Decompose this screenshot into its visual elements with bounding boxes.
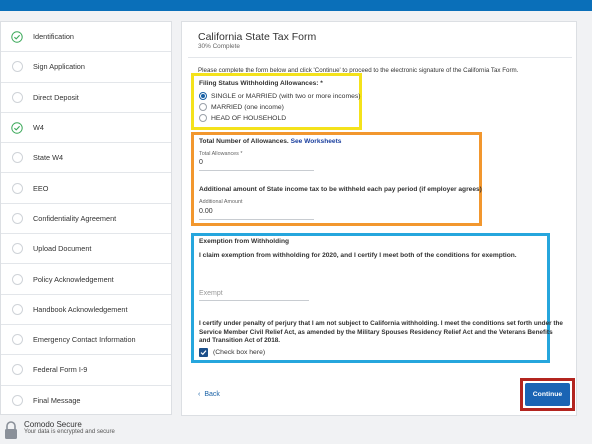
continue-button[interactable]: Continue bbox=[525, 383, 570, 406]
allowances-highlight bbox=[191, 132, 482, 226]
perjury-statement: I certify under penalty of perjury that … bbox=[199, 320, 563, 345]
secure-badge: Comodo Secure Your data is encrypted and… bbox=[4, 420, 115, 440]
empty-circle-icon bbox=[11, 243, 23, 255]
back-label: Back bbox=[204, 391, 220, 398]
additional-amount-label: Additional Amount bbox=[199, 199, 243, 205]
sidebar-item-label: Direct Deposit bbox=[33, 92, 79, 102]
sidebar-item-label: Identification bbox=[33, 32, 74, 42]
sidebar-item-label: Federal Form I-9 bbox=[33, 365, 88, 375]
sidebar-item-emergency-contact-information[interactable]: Emergency Contact Information bbox=[1, 325, 171, 356]
exemption-heading: Exemption from Withholding bbox=[199, 238, 290, 245]
top-banner bbox=[0, 0, 592, 11]
empty-circle-icon bbox=[11, 212, 23, 224]
empty-circle-icon bbox=[11, 303, 23, 315]
radio-button-selected[interactable] bbox=[199, 92, 207, 100]
radio-button[interactable] bbox=[199, 114, 207, 122]
radio-button[interactable] bbox=[199, 103, 207, 111]
additional-amount-underline bbox=[199, 219, 314, 220]
lock-icon bbox=[5, 421, 17, 439]
check-circle-icon bbox=[11, 30, 23, 43]
radio-label: HEAD OF HOUSEHOLD bbox=[211, 114, 287, 122]
radio-label: MARRIED (one income) bbox=[211, 103, 284, 111]
secure-subtitle: Your data is encrypted and secure bbox=[24, 429, 115, 435]
sidebar-item-label: Policy Acknowledgement bbox=[33, 274, 114, 284]
sidebar-item-label: Handbook Acknowledgement bbox=[33, 304, 128, 314]
sidebar-item-sign-application[interactable]: Sign Application bbox=[1, 52, 171, 83]
empty-circle-icon bbox=[11, 364, 23, 376]
total-allowances-underline bbox=[199, 170, 314, 171]
empty-circle-icon bbox=[11, 152, 23, 164]
empty-circle-icon bbox=[11, 334, 23, 346]
sidebar-item-eeo[interactable]: EEO bbox=[1, 173, 171, 204]
chevron-left-icon: ‹ bbox=[198, 391, 201, 398]
sidebar-item-upload-document[interactable]: Upload Document bbox=[1, 234, 171, 265]
check-circle-icon bbox=[11, 121, 23, 134]
total-allowances-input[interactable]: 0 bbox=[199, 159, 203, 166]
sidebar-item-final-message[interactable]: Final Message bbox=[1, 386, 171, 416]
radio-head-of-household[interactable]: HEAD OF HOUSEHOLD bbox=[199, 114, 286, 122]
back-link[interactable]: ‹ Back bbox=[198, 391, 220, 398]
sidebar-item-label: Final Message bbox=[33, 396, 81, 406]
sidebar-item-label: Emergency Contact Information bbox=[33, 335, 136, 345]
progress-text: 30% Complete bbox=[198, 43, 240, 50]
empty-circle-icon bbox=[11, 61, 23, 73]
tax-form-panel: California State Tax Form 30% Complete P… bbox=[181, 21, 577, 416]
divider bbox=[188, 57, 572, 58]
radio-label: SINGLE or MARRIED (with two or more inco… bbox=[211, 92, 361, 100]
sidebar-item-w4[interactable]: W4 bbox=[1, 113, 171, 144]
see-worksheets-link[interactable]: See Worksheets bbox=[291, 138, 342, 145]
page-title: California State Tax Form bbox=[198, 31, 317, 43]
sidebar-item-label: State W4 bbox=[33, 153, 64, 163]
sidebar-item-policy-acknowledgement[interactable]: Policy Acknowledgement bbox=[1, 264, 171, 295]
exemption-claim-text: I claim exemption from withholding for 2… bbox=[199, 252, 517, 259]
radio-single-married[interactable]: SINGLE or MARRIED (with two or more inco… bbox=[199, 92, 361, 100]
sidebar: Identification Sign Application Direct Dep… bbox=[0, 21, 172, 415]
sidebar-item-identification[interactable]: Identification bbox=[1, 22, 171, 53]
sidebar-item-confidentiality-agreement[interactable]: Confidentiality Agreement bbox=[1, 204, 171, 235]
sidebar-item-label: Sign Application bbox=[33, 62, 85, 72]
secure-title: Comodo Secure bbox=[24, 420, 82, 429]
additional-amount-input[interactable]: 0.00 bbox=[199, 208, 213, 215]
checkmark-icon bbox=[200, 350, 207, 356]
radio-married-one-income[interactable]: MARRIED (one income) bbox=[199, 103, 284, 111]
allowances-heading: Total Number of Allowances. See Workshee… bbox=[199, 138, 341, 145]
additional-amount-heading: Additional amount of State income tax to… bbox=[199, 186, 482, 193]
empty-circle-icon bbox=[11, 182, 23, 194]
sidebar-item-direct-deposit[interactable]: Direct Deposit bbox=[1, 83, 171, 113]
exempt-input[interactable] bbox=[199, 287, 309, 301]
checkbox-checked[interactable] bbox=[199, 348, 208, 357]
sidebar-item-label: W4 bbox=[33, 123, 44, 133]
empty-circle-icon bbox=[11, 395, 23, 407]
filing-status-label: Filing Status Withholding Allowances: * bbox=[199, 80, 323, 87]
checkbox-label: (Check box here) bbox=[213, 349, 266, 356]
empty-circle-icon bbox=[11, 91, 23, 103]
allowances-heading-text: Total Number of Allowances. bbox=[199, 138, 289, 145]
sidebar-item-label: Confidentiality Agreement bbox=[33, 213, 117, 223]
total-allowances-label: Total Allowances * bbox=[199, 151, 243, 157]
exemption-checkbox-row[interactable]: (Check box here) bbox=[199, 348, 265, 357]
sidebar-item-label: EEO bbox=[33, 183, 49, 193]
empty-circle-icon bbox=[11, 273, 23, 285]
sidebar-item-handbook-acknowledgement[interactable]: Handbook Acknowledgement bbox=[1, 295, 171, 325]
sidebar-item-federal-form-i-9[interactable]: Federal Form I-9 bbox=[1, 355, 171, 386]
sidebar-item-label: Upload Document bbox=[33, 244, 92, 254]
sidebar-item-state-w4[interactable]: State W4 bbox=[1, 143, 171, 174]
